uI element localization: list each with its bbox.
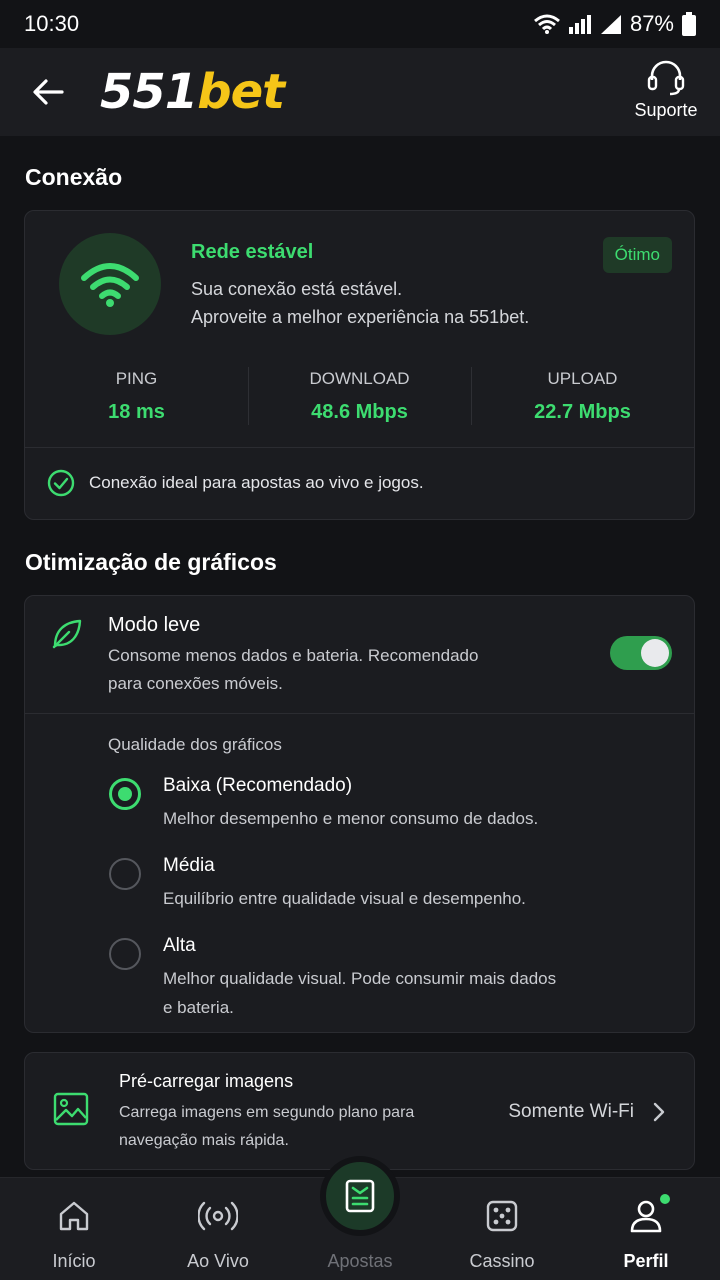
user-icon bbox=[628, 1196, 664, 1236]
brand-logo: 551bet bbox=[100, 64, 285, 120]
nav-label: Cassino bbox=[469, 1251, 535, 1271]
radio-button[interactable] bbox=[109, 938, 141, 970]
nav-label: Início bbox=[52, 1251, 96, 1271]
preload-title: Pré-carregar imagens bbox=[119, 1071, 294, 1091]
leaf-icon bbox=[51, 618, 83, 655]
support-label: Suporte bbox=[634, 100, 698, 120]
option-title: Baixa (Recomendado) bbox=[163, 775, 353, 796]
connection-status-title: Rede estável bbox=[191, 241, 314, 263]
option-description: Equilíbrio entre qualidade visual e dese… bbox=[163, 889, 526, 908]
broadcast-icon bbox=[198, 1196, 238, 1236]
nav-item-inicio[interactable]: Início bbox=[19, 1178, 129, 1280]
toggle-knob bbox=[641, 639, 669, 667]
preload-images-row[interactable]: Pré-carregar imagens Carrega imagens em … bbox=[24, 1052, 695, 1170]
graphics-section-title: Otimização de gráficos bbox=[25, 549, 277, 575]
status-icons: 87% bbox=[533, 11, 696, 37]
headset-icon bbox=[647, 60, 685, 96]
stat-ping: PING 18 ms bbox=[108, 369, 165, 423]
stat-download: DOWNLOAD 48.6 Mbps bbox=[248, 361, 471, 437]
battery-icon bbox=[682, 12, 696, 36]
dice-icon bbox=[485, 1196, 519, 1236]
option-title: Alta bbox=[163, 935, 196, 956]
nav-label: Ao Vivo bbox=[187, 1251, 249, 1271]
quality-option-medium[interactable]: Média Equilíbrio entre qualidade visual … bbox=[109, 855, 669, 925]
back-button[interactable] bbox=[28, 74, 68, 110]
quality-option-high[interactable]: Alta Melhor qualidade visual. Pode consu… bbox=[109, 935, 669, 1025]
connection-card: Rede estável Sua conexão está estável. A… bbox=[24, 210, 695, 520]
quality-option-low[interactable]: Baixa (Recomendado) Melhor desempenho e … bbox=[109, 775, 669, 845]
quality-badge: Ótimo bbox=[602, 237, 672, 273]
check-circle-icon bbox=[47, 469, 75, 497]
ideal-connection-message: Conexão ideal para apostas ao vivo e jog… bbox=[47, 469, 424, 497]
battery-percent: 87% bbox=[629, 11, 674, 36]
option-description: Melhor desempenho e menor consumo de dad… bbox=[163, 809, 539, 828]
quality-label: Qualidade dos gráficos bbox=[108, 735, 282, 754]
connection-section-title: Conexão bbox=[25, 164, 123, 190]
wifi-status-icon bbox=[533, 14, 560, 34]
status-time: 10:30 bbox=[24, 11, 80, 36]
home-icon bbox=[57, 1196, 91, 1236]
light-mode-toggle[interactable] bbox=[610, 636, 672, 670]
wifi-icon bbox=[81, 263, 139, 307]
divider bbox=[25, 447, 694, 448]
betslip-icon bbox=[345, 1179, 375, 1213]
light-mode-title: Modo leve bbox=[108, 614, 201, 636]
option-title: Média bbox=[163, 855, 215, 876]
preload-value: Somente Wi-Fi bbox=[508, 1101, 634, 1122]
nav-label: Apostas bbox=[327, 1251, 393, 1271]
graphics-card: Modo leve Consome menos dados e bateria.… bbox=[24, 595, 695, 1033]
wifi-status-badge bbox=[59, 233, 161, 335]
betslip-button[interactable] bbox=[320, 1156, 400, 1236]
arrow-left-icon bbox=[33, 79, 64, 105]
signal-icon bbox=[568, 15, 591, 34]
chevron-right-icon bbox=[652, 1101, 666, 1128]
connection-stats: PING 18 ms DOWNLOAD 48.6 Mbps UPLOAD 22.… bbox=[25, 361, 694, 437]
notification-dot bbox=[660, 1194, 670, 1204]
app-header: 551bet Suporte bbox=[0, 48, 720, 136]
nav-item-cassino[interactable]: Cassino bbox=[447, 1178, 557, 1280]
option-description: Melhor qualidade visual. Pode consumir m… bbox=[163, 969, 557, 1017]
connection-status-description: Sua conexão está estável. Aproveite a me… bbox=[191, 279, 530, 327]
preload-description: Carrega imagens em segundo plano para na… bbox=[119, 1104, 415, 1149]
signal-icon-2 bbox=[600, 15, 621, 34]
divider bbox=[25, 713, 694, 714]
stat-upload: UPLOAD 22.7 Mbps bbox=[471, 361, 694, 437]
radio-button-selected[interactable] bbox=[109, 778, 141, 810]
light-mode-description: Consome menos dados e bateria. Recomenda… bbox=[108, 646, 479, 693]
image-icon bbox=[53, 1091, 89, 1132]
nav-label: Perfil bbox=[623, 1251, 669, 1271]
nav-item-perfil[interactable]: Perfil bbox=[591, 1178, 701, 1280]
nav-item-ao-vivo[interactable]: Ao Vivo bbox=[163, 1178, 273, 1280]
support-button[interactable]: Suporte bbox=[634, 60, 698, 121]
status-bar: 10:30 87% bbox=[0, 0, 720, 48]
radio-button[interactable] bbox=[109, 858, 141, 890]
